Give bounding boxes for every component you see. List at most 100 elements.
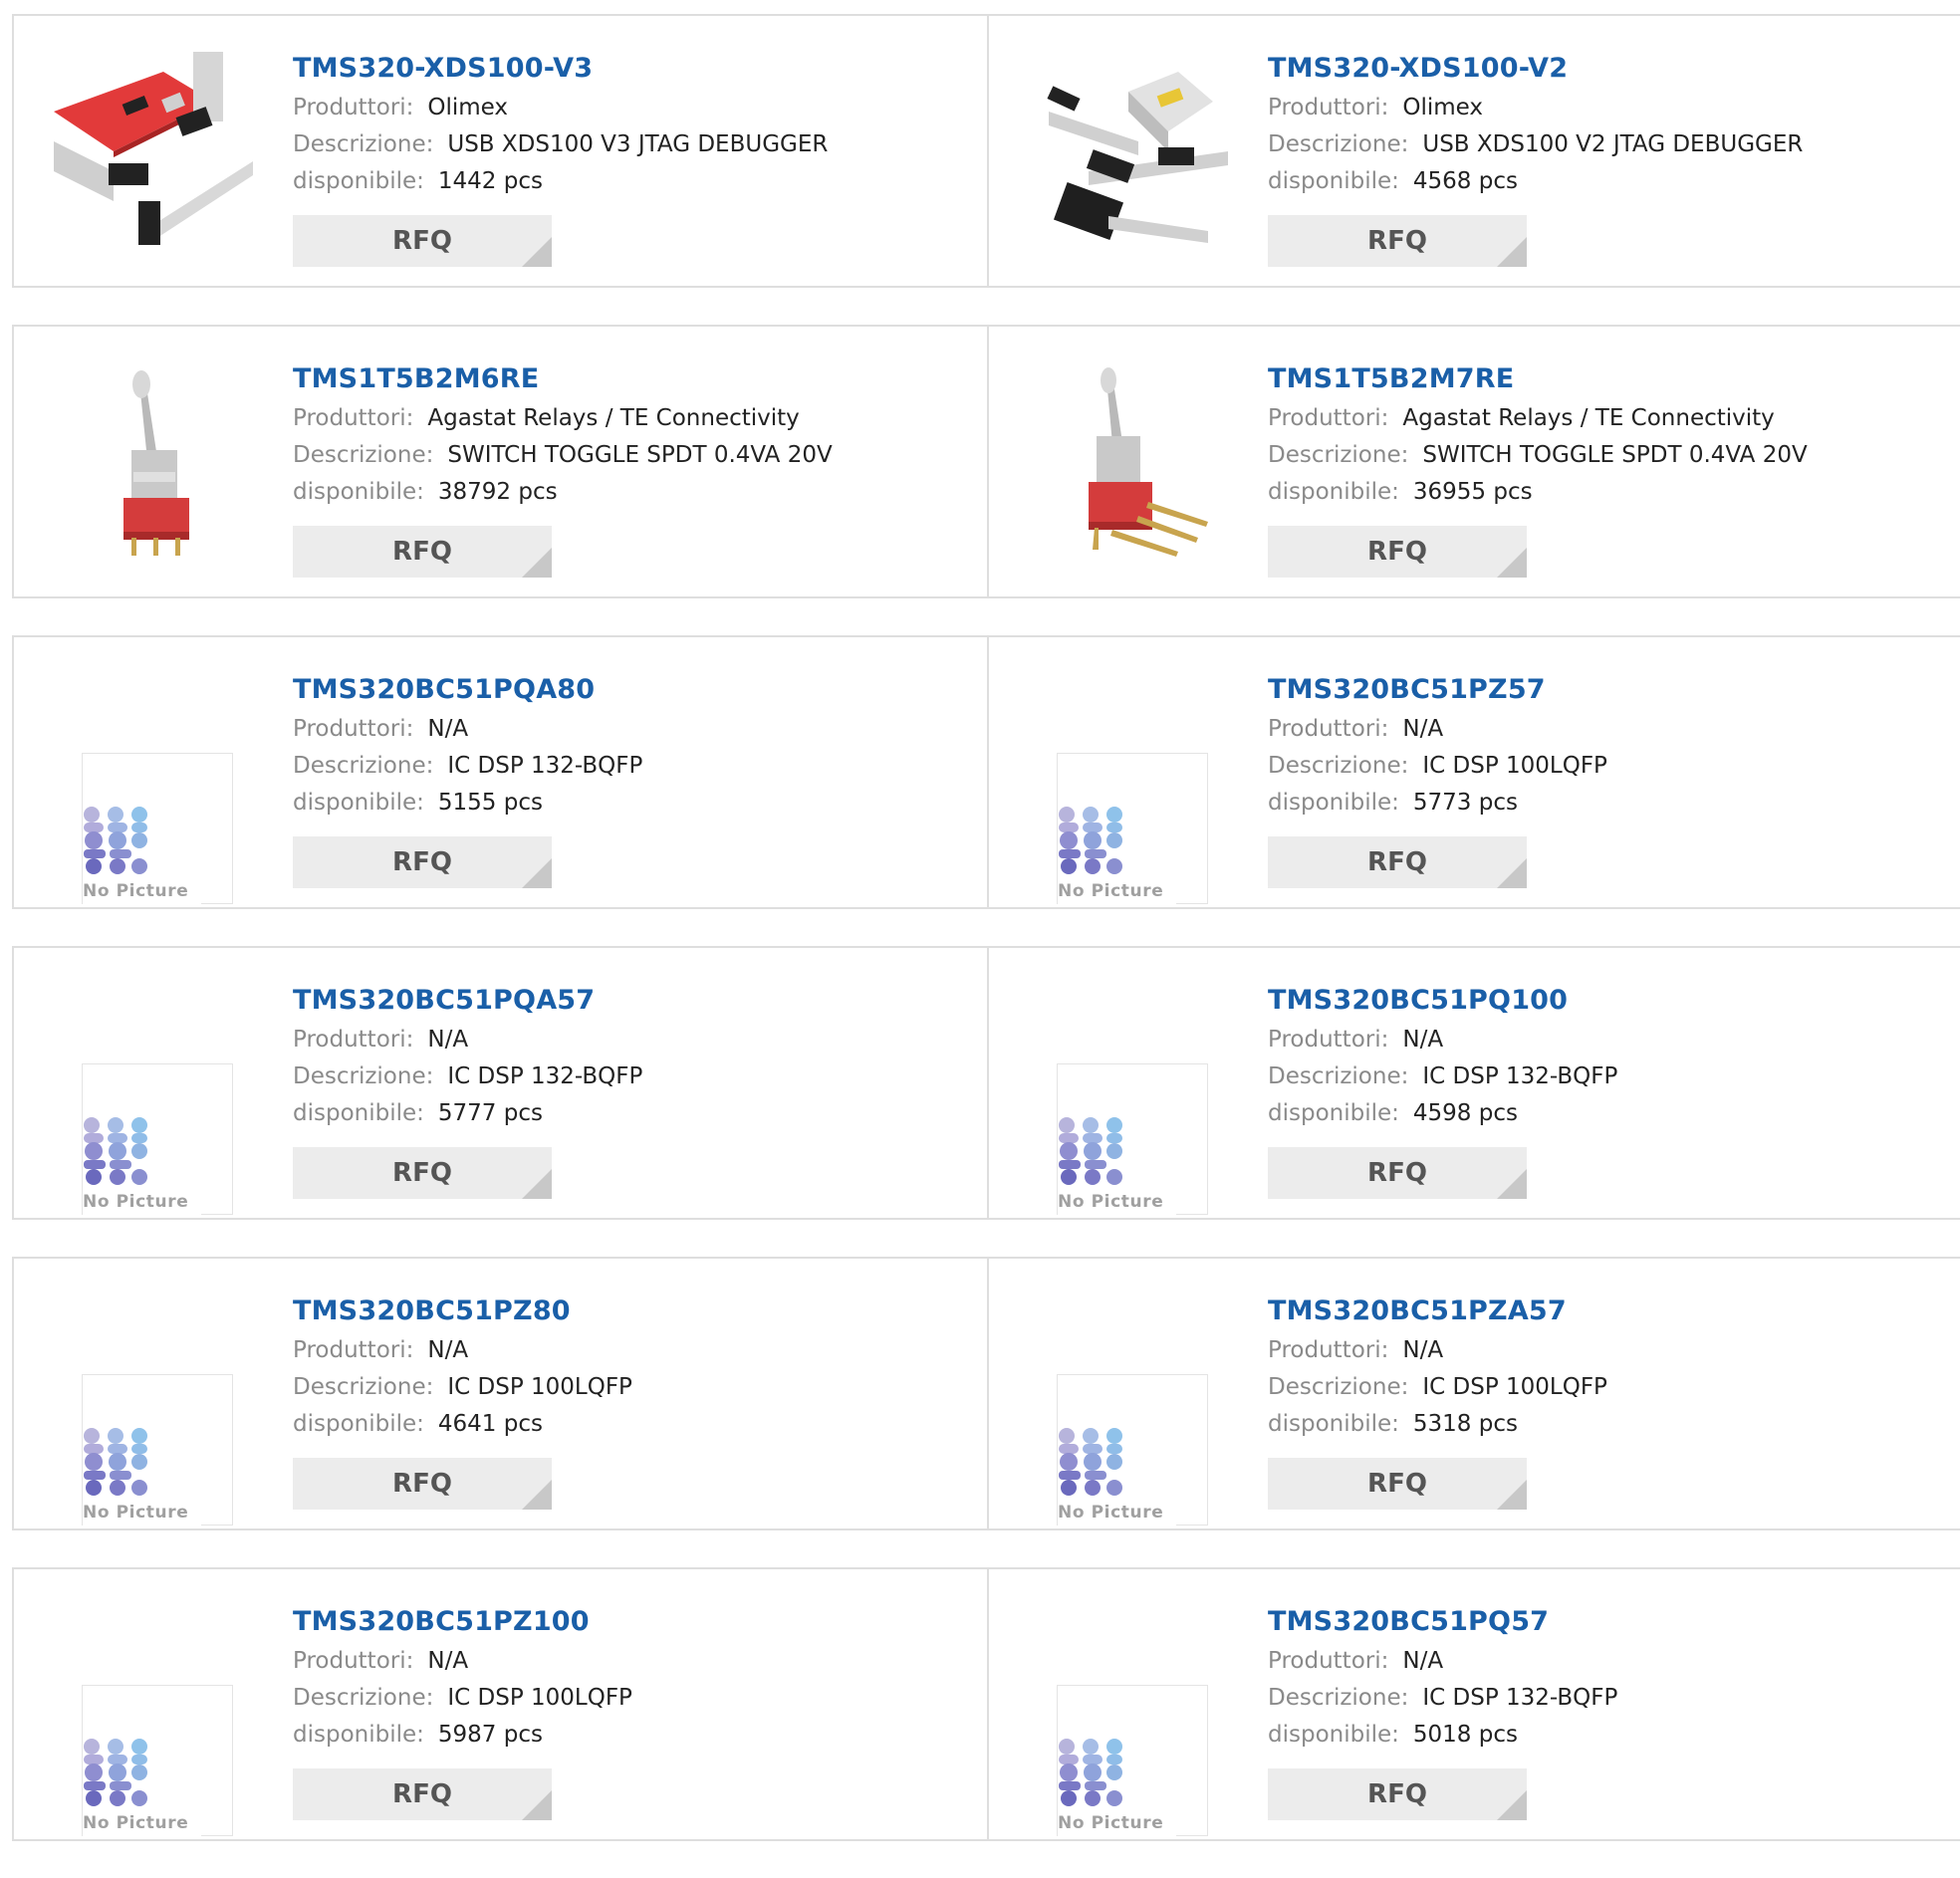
manufacturer-value: N/A [1402,1337,1444,1363]
manufacturer-row: Produttori: N/A [1268,1332,1950,1369]
manufacturer-label: Produttori: [1268,716,1389,742]
stock-row: disponibile: 5777 pcs [293,1095,977,1132]
no-picture-label: No Picture [83,881,189,901]
no-picture-placeholder: No Picture [1057,1063,1208,1215]
part-number-link[interactable]: TMS320BC51PZ80 [293,1291,977,1332]
part-number-link[interactable]: TMS320BC51PQA57 [293,980,977,1022]
product-image[interactable]: No Picture [1029,1605,1228,1836]
stock-row: disponibile: 36955 pcs [1268,474,1950,511]
product-image[interactable] [54,362,253,562]
product-image[interactable]: No Picture [54,1294,253,1526]
part-number-link[interactable]: TMS320BC51PZ57 [1268,669,1950,711]
part-number-link[interactable]: TMS320BC51PQA80 [293,669,977,711]
description-label: Descrizione: [1268,1374,1409,1400]
stock-row: disponibile: 4641 pcs [293,1406,977,1443]
stock-row: disponibile: 5987 pcs [293,1717,977,1754]
stock-label: disponibile: [293,1100,424,1126]
rfq-button-label: RFQ [1367,537,1427,567]
part-number-link[interactable]: TMS320BC51PZA57 [1268,1291,1950,1332]
stock-value: 5987 pcs [437,1722,543,1748]
product-row: TMS320-XDS100-V3 Produttori: Olimex Descr… [12,14,1960,288]
product-card: No Picture TMS320BC51PZA57 Produttori: N/… [987,1259,1960,1528]
product-info: TMS320BC51PQ100 Produttori: N/A Descrizio… [1268,980,1950,1132]
part-number-link[interactable]: TMS1T5B2M7RE [1268,358,1950,400]
rfq-button-label: RFQ [1367,226,1427,256]
description-label: Descrizione: [293,1374,434,1400]
stock-row: disponibile: 1442 pcs [293,163,977,200]
stock-value: 5318 pcs [1412,1411,1518,1437]
stock-value: 5018 pcs [1412,1722,1518,1748]
product-image[interactable]: No Picture [54,984,253,1215]
rfq-button[interactable]: RFQ [293,1458,552,1510]
no-picture-logo-icon [84,1117,147,1185]
rfq-button[interactable]: RFQ [293,1147,552,1199]
product-image[interactable] [54,52,253,251]
description-value: IC DSP 132-BQFP [447,1063,643,1089]
manufacturer-row: Produttori: Agastat Relays / TE Connectiv… [293,400,977,437]
stock-value: 38792 pcs [437,479,558,505]
stock-row: disponibile: 5773 pcs [1268,785,1950,822]
description-label: Descrizione: [293,131,434,157]
no-picture-placeholder: No Picture [1057,753,1208,904]
description-value: IC DSP 100LQFP [1422,753,1607,779]
product-image[interactable]: No Picture [54,1605,253,1836]
rfq-button-label: RFQ [392,537,452,567]
product-image[interactable]: No Picture [1029,984,1228,1215]
description-label: Descrizione: [1268,442,1409,468]
manufacturer-row: Produttori: Olimex [293,90,977,126]
manufacturer-label: Produttori: [1268,405,1389,431]
part-number-link[interactable]: TMS320-XDS100-V2 [1268,48,1950,90]
rfq-corner-decoration [522,548,552,578]
product-info: TMS320BC51PQA80 Produttori: N/A Descrizio… [293,669,977,822]
no-picture-label: No Picture [83,1503,189,1523]
stock-label: disponibile: [293,168,424,194]
rfq-button[interactable]: RFQ [1268,1147,1527,1199]
stock-row: disponibile: 5318 pcs [1268,1406,1950,1443]
product-image[interactable]: No Picture [1029,673,1228,904]
stock-label: disponibile: [1268,1100,1399,1126]
no-picture-placeholder: No Picture [82,1685,233,1836]
rfq-button[interactable]: RFQ [293,836,552,888]
product-card: No Picture TMS320BC51PZ100 Produttori: N/… [14,1569,987,1839]
description-row: Descrizione: IC DSP 100LQFP [293,1369,977,1406]
rfq-button[interactable]: RFQ [1268,526,1527,578]
part-number-link[interactable]: TMS320BC51PZ100 [293,1601,977,1643]
rfq-button[interactable]: RFQ [293,1768,552,1820]
rfq-button[interactable]: RFQ [1268,836,1527,888]
product-info: TMS320BC51PQA57 Produttori: N/A Descrizio… [293,980,977,1132]
manufacturer-label: Produttori: [1268,1648,1389,1674]
part-number-link[interactable]: TMS320-XDS100-V3 [293,48,977,90]
rfq-button[interactable]: RFQ [1268,215,1527,267]
manufacturer-label: Produttori: [1268,95,1389,120]
rfq-corner-decoration [522,858,552,888]
rfq-button[interactable]: RFQ [1268,1458,1527,1510]
stock-label: disponibile: [1268,1722,1399,1748]
manufacturer-row: Produttori: N/A [293,711,977,748]
product-image[interactable]: No Picture [54,673,253,904]
rfq-button-label: RFQ [1367,1469,1427,1499]
product-image[interactable] [1029,362,1228,562]
part-number-link[interactable]: TMS320BC51PQ100 [1268,980,1950,1022]
description-label: Descrizione: [1268,131,1409,157]
description-row: Descrizione: SWITCH TOGGLE SPDT 0.4VA 20V [293,437,977,474]
description-row: Descrizione: USB XDS100 V3 JTAG DEBUGGER [293,126,977,163]
rfq-button[interactable]: RFQ [293,215,552,267]
stock-label: disponibile: [293,790,424,816]
product-image[interactable] [1029,52,1228,251]
part-number-link[interactable]: TMS320BC51PQ57 [1268,1601,1950,1643]
product-image[interactable]: No Picture [1029,1294,1228,1526]
part-number-link[interactable]: TMS1T5B2M6RE [293,358,977,400]
manufacturer-row: Produttori: Agastat Relays / TE Connectiv… [1268,400,1950,437]
product-row: No Picture TMS320BC51PQA80 Produttori: N/… [12,635,1960,909]
manufacturer-label: Produttori: [293,405,414,431]
product-info: TMS320BC51PQ57 Produttori: N/A Descrizion… [1268,1601,1950,1754]
description-label: Descrizione: [293,1685,434,1711]
stock-row: disponibile: 4568 pcs [1268,163,1950,200]
stock-row: disponibile: 5155 pcs [293,785,977,822]
rfq-button[interactable]: RFQ [1268,1768,1527,1820]
manufacturer-label: Produttori: [293,1027,414,1053]
no-picture-label: No Picture [83,1192,189,1212]
no-picture-label: No Picture [1058,1192,1164,1212]
rfq-corner-decoration [522,237,552,267]
rfq-button[interactable]: RFQ [293,526,552,578]
